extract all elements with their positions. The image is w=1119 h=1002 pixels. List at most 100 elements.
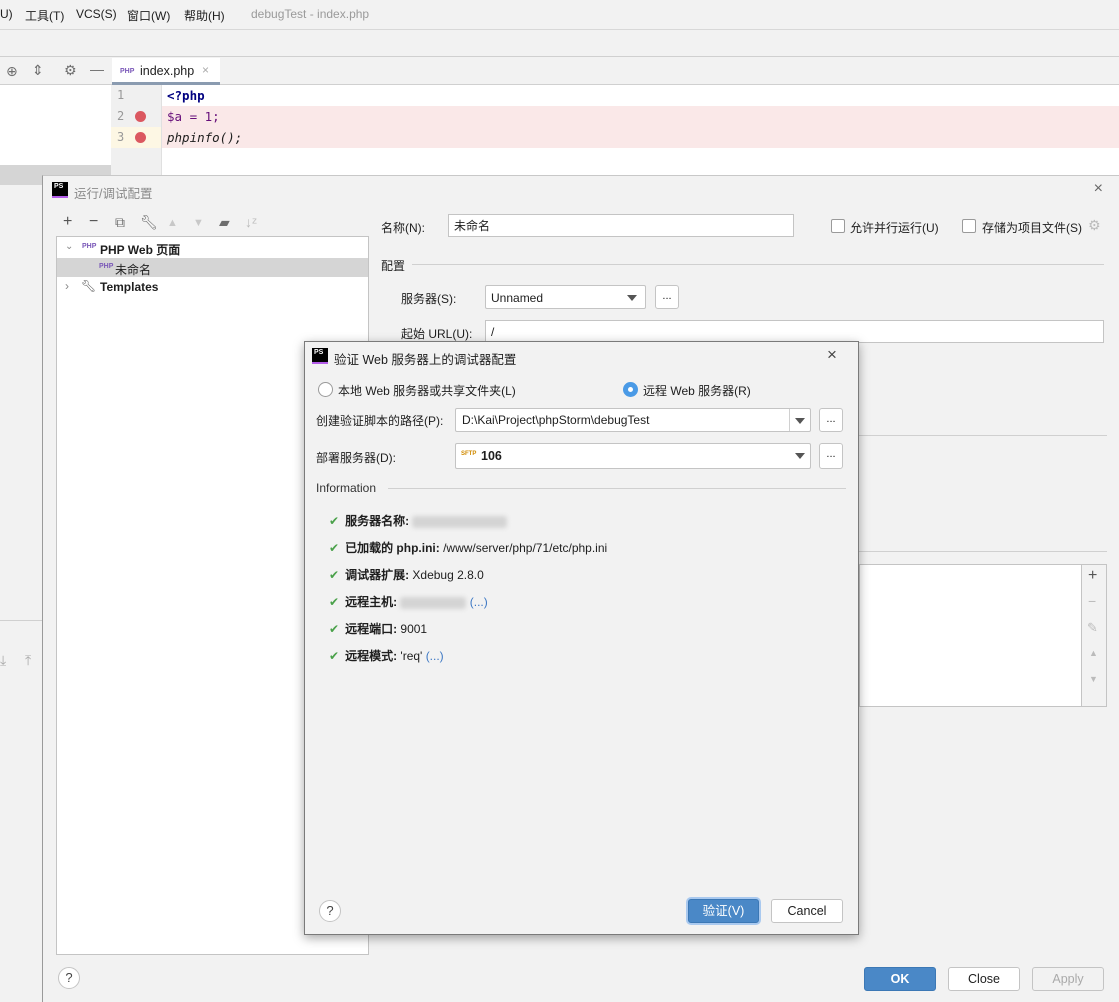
- url-input[interactable]: [485, 320, 1104, 343]
- allow-parallel-label: 允许并行运行(U): [850, 221, 939, 235]
- menu-item-tools[interactable]: 工具(T): [25, 7, 64, 24]
- validate-debugger-dialog: PS 验证 Web 服务器上的调试器配置 × 本地 Web 服务器或共享文件夹(…: [304, 341, 859, 935]
- breakpoint-icon[interactable]: [135, 111, 146, 122]
- info-remote-port: ✔ 远程端口: 9001: [329, 622, 428, 636]
- close-button[interactable]: Close: [948, 967, 1020, 991]
- allow-parallel-checkbox[interactable]: [831, 219, 845, 233]
- server-select[interactable]: Unnamed: [485, 285, 646, 309]
- menu-item-help[interactable]: 帮助(H): [184, 7, 225, 24]
- name-input[interactable]: [448, 214, 794, 237]
- chevron-down-icon[interactable]: [795, 418, 805, 424]
- help-button[interactable]: ?: [58, 967, 80, 989]
- chevron-down-icon[interactable]: ⌄: [65, 241, 73, 252]
- chevron-down-icon[interactable]: [795, 453, 805, 459]
- bottom-pane: ⤓ ⤒: [0, 620, 42, 680]
- info-section-title: Information: [316, 481, 377, 495]
- close-tab-icon[interactable]: ×: [202, 63, 209, 77]
- line-number: 1: [117, 88, 125, 102]
- deploy-label: 部署服务器(D):: [316, 451, 396, 465]
- list-table[interactable]: + − ✎ ▲ ▼: [859, 564, 1107, 707]
- main-toolbar: [0, 30, 1119, 57]
- apply-button[interactable]: Apply: [1032, 967, 1104, 991]
- move-down-icon[interactable]: ▼: [193, 216, 204, 230]
- add-icon[interactable]: +: [63, 214, 72, 230]
- server-browse-button[interactable]: ...: [655, 285, 679, 309]
- local-server-label: 本地 Web 服务器或共享文件夹(L): [338, 384, 516, 398]
- collapse-icon[interactable]: ⇕: [32, 63, 44, 77]
- store-project-label: 存储为项目文件(S): [982, 221, 1082, 235]
- redacted-value: [412, 515, 508, 528]
- tab-index-php[interactable]: PHP index.php ×: [112, 58, 220, 85]
- cancel-button[interactable]: Cancel: [771, 899, 843, 923]
- php-web-icon: PHP: [82, 243, 97, 250]
- ok-button[interactable]: OK: [864, 967, 936, 991]
- close-icon[interactable]: ×: [827, 345, 837, 365]
- tree-label: 未命名: [115, 263, 152, 277]
- tree-group-templates[interactable]: › 🔧︎ Templates: [57, 278, 368, 296]
- code-line: $a = 1;: [167, 109, 220, 124]
- move-up-icon[interactable]: ▲: [167, 216, 178, 230]
- config-section-title: 配置: [381, 259, 406, 273]
- info-remote-host: ✔ 远程主机: (...): [329, 595, 488, 609]
- check-icon: ✔: [329, 541, 340, 555]
- menu-item-u[interactable]: U): [0, 7, 13, 21]
- breakpoint-icon[interactable]: [135, 132, 146, 143]
- path-label: 创建验证脚本的路径(P):: [316, 414, 444, 428]
- minimize-icon[interactable]: —: [90, 62, 104, 76]
- locate-icon[interactable]: ⊕: [6, 64, 18, 78]
- info-debugger: ✔ 调试器扩展: Xdebug 2.8.0: [329, 568, 484, 582]
- divider: [850, 551, 1107, 552]
- name-label: 名称(N):: [381, 221, 425, 235]
- tree-group-php-web[interactable]: ⌄ PHP PHP Web 页面: [57, 239, 368, 257]
- server-label: 服务器(S):: [401, 292, 457, 306]
- remote-server-label: 远程 Web 服务器(R): [643, 384, 751, 398]
- help-button[interactable]: ?: [319, 900, 341, 922]
- local-server-radio[interactable]: [318, 382, 333, 397]
- wrench-icon: 🔧︎: [81, 279, 97, 293]
- sort-icon[interactable]: ↓ᶻ: [245, 215, 257, 229]
- deploy-server-combo[interactable]: SFTP 106: [455, 443, 811, 469]
- menu-bar: U) 工具(T) VCS(S) 窗口(W) 帮助(H) debugTest - …: [0, 0, 1119, 30]
- info-php-ini: ✔ 已加载的 php.ini: /www/server/php/71/etc/ph…: [329, 541, 608, 555]
- wrench-icon[interactable]: 🔧︎: [140, 215, 158, 229]
- edit-icon[interactable]: ✎: [1087, 620, 1098, 636]
- editor-gutter[interactable]: 1 2 3: [111, 85, 162, 175]
- copy-icon[interactable]: ⧉: [115, 215, 125, 229]
- info-remote-mode: ✔ 远程模式: 'req' (...): [329, 649, 444, 663]
- chevron-down-icon: [627, 295, 637, 301]
- move-down-icon[interactable]: ▼: [1089, 674, 1098, 684]
- phpstorm-logo-icon: PS: [312, 348, 328, 364]
- deploy-value: 106: [481, 449, 502, 463]
- php-file-icon: PHP: [120, 68, 135, 75]
- path-combo[interactable]: D:\Kai\Project\phpStorm\debugTest: [455, 408, 811, 432]
- server-value: Unnamed: [491, 291, 544, 305]
- remote-server-radio[interactable]: [623, 382, 638, 397]
- remote-mode-details-link[interactable]: (...): [426, 649, 444, 663]
- path-browse-button[interactable]: ...: [819, 408, 843, 432]
- store-project-checkbox[interactable]: [962, 219, 976, 233]
- deploy-browse-button[interactable]: ...: [819, 443, 843, 469]
- chevron-right-icon[interactable]: ›: [65, 279, 69, 293]
- line-number: 2: [117, 109, 125, 123]
- remove-icon[interactable]: −: [89, 214, 98, 230]
- divider: [850, 435, 1107, 436]
- code-line: phpinfo();: [167, 130, 243, 145]
- menu-item-window[interactable]: 窗口(W): [127, 7, 170, 24]
- validate-button[interactable]: 验证(V): [688, 899, 759, 923]
- folder-add-icon[interactable]: ▰: [219, 215, 230, 229]
- download-icon[interactable]: ⤓: [0, 653, 6, 667]
- move-up-icon[interactable]: ▲: [1089, 648, 1098, 658]
- menu-item-vcs[interactable]: VCS(S): [76, 7, 117, 21]
- tree-label: Templates: [100, 280, 159, 294]
- gear-icon[interactable]: ⚙: [1088, 217, 1101, 234]
- remove-icon[interactable]: −: [1088, 593, 1096, 609]
- code-editor[interactable]: <?php $a = 1; phpinfo();: [111, 85, 1119, 175]
- close-icon[interactable]: ×: [1094, 180, 1103, 198]
- upload-icon[interactable]: ⤒: [25, 653, 31, 667]
- gear-icon[interactable]: ⚙: [64, 63, 77, 77]
- divider: [388, 488, 846, 489]
- add-icon[interactable]: +: [1088, 567, 1097, 585]
- remote-host-details-link[interactable]: (...): [470, 595, 488, 609]
- tree-item-unnamed[interactable]: PHP 未命名: [57, 258, 368, 277]
- info-server-name: ✔ 服务器名称:: [329, 512, 508, 529]
